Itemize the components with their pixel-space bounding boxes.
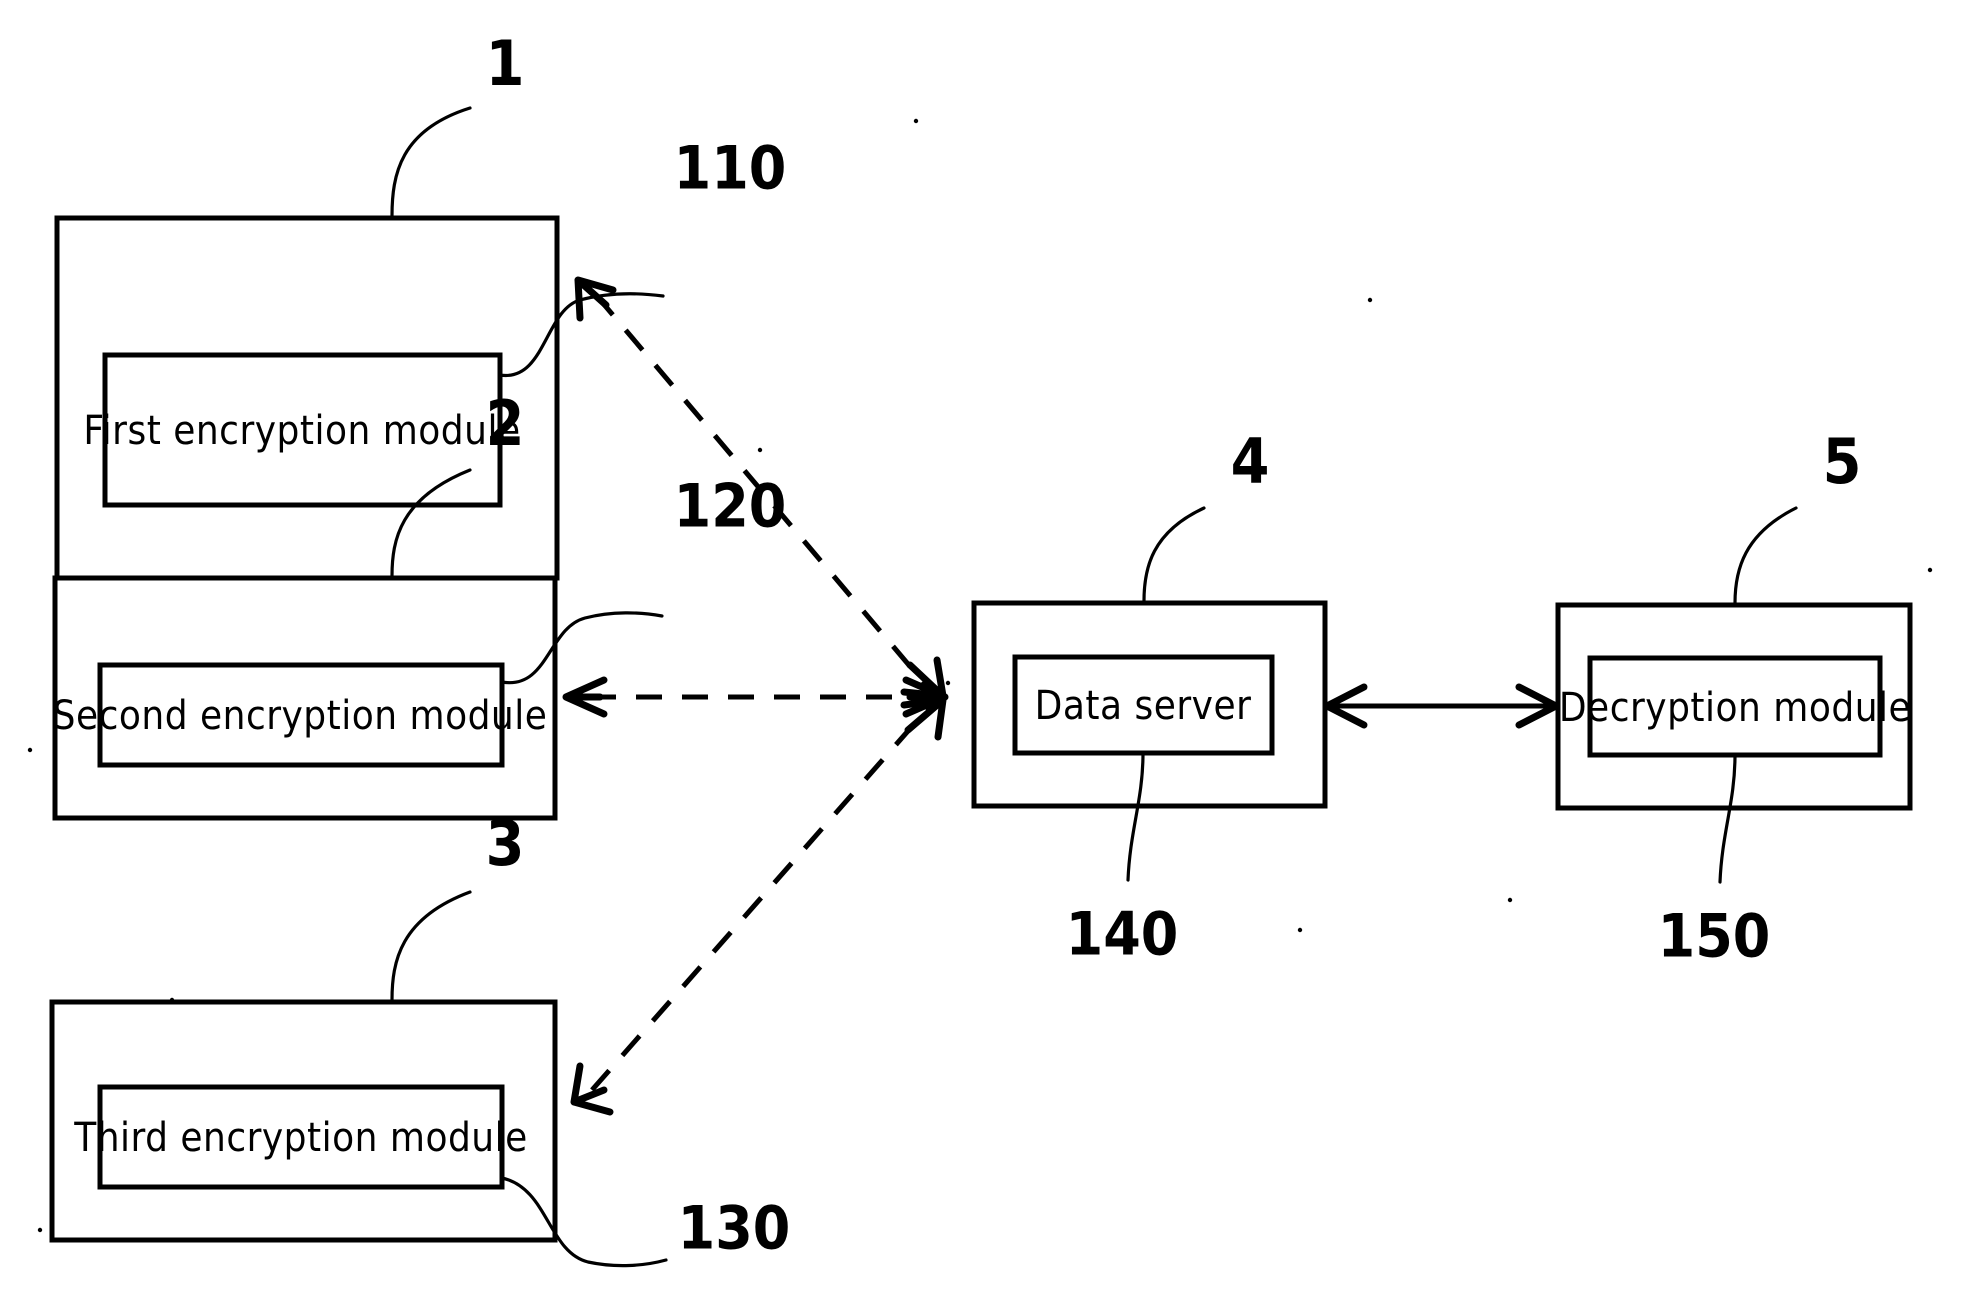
ref-numeral-4: 4 <box>1231 425 1270 498</box>
leader-line-1 <box>390 106 472 218</box>
scan-speck <box>37 1227 43 1233</box>
scan-speck <box>1297 927 1303 933</box>
arrowhead-toward-server-from-third <box>900 696 947 741</box>
scan-speck <box>1927 567 1933 573</box>
ref-numeral-1: 1 <box>486 27 525 100</box>
scan-speck <box>1367 297 1373 303</box>
connection-server-to-decryption <box>1323 683 1560 729</box>
block-third-encryption-unit: Third encryption module 3 130 <box>49 807 791 1268</box>
ref-numeral-150: 150 <box>1658 902 1771 972</box>
leader-line-5 <box>1733 506 1798 605</box>
diagram-canvas: First encryption module 1 110 Second enc… <box>27 27 1933 1268</box>
scan-speck <box>1507 897 1513 903</box>
ref-numeral-110: 110 <box>674 134 787 204</box>
dashed-line-third-to-server <box>590 704 932 1092</box>
connection-third-to-server <box>570 696 947 1116</box>
leader-line-3 <box>390 890 472 1002</box>
ref-numeral-2: 2 <box>486 387 525 460</box>
ref-numeral-3: 3 <box>486 807 525 880</box>
label-data-server: Data server <box>1035 683 1252 729</box>
arrowhead-toward-second-encryption <box>562 676 608 718</box>
ref-numeral-120: 120 <box>674 472 787 542</box>
ref-numeral-140: 140 <box>1066 900 1179 970</box>
connection-first-to-server <box>574 276 947 700</box>
label-third-encryption-module: Third encryption module <box>73 1115 528 1161</box>
block-data-server-unit: Data server 4 140 <box>971 425 1328 970</box>
block-decryption-unit: Decryption module 5 150 <box>1555 425 1913 972</box>
scan-speck <box>913 118 919 124</box>
patent-figure: First encryption module 1 110 Second enc… <box>0 0 1965 1305</box>
label-decryption-module: Decryption module <box>1559 685 1911 731</box>
scan-speck <box>945 680 951 686</box>
ref-numeral-130: 130 <box>678 1194 791 1264</box>
scan-speck <box>757 447 763 453</box>
leader-line-4 <box>1142 506 1206 603</box>
ref-numeral-5: 5 <box>1823 425 1862 498</box>
label-second-encryption-module: Second encryption module <box>53 693 548 739</box>
connection-second-to-server <box>562 676 949 718</box>
scan-speck <box>169 997 175 1003</box>
label-first-encryption-module: First encryption module <box>83 408 520 454</box>
scan-speck <box>27 747 33 753</box>
